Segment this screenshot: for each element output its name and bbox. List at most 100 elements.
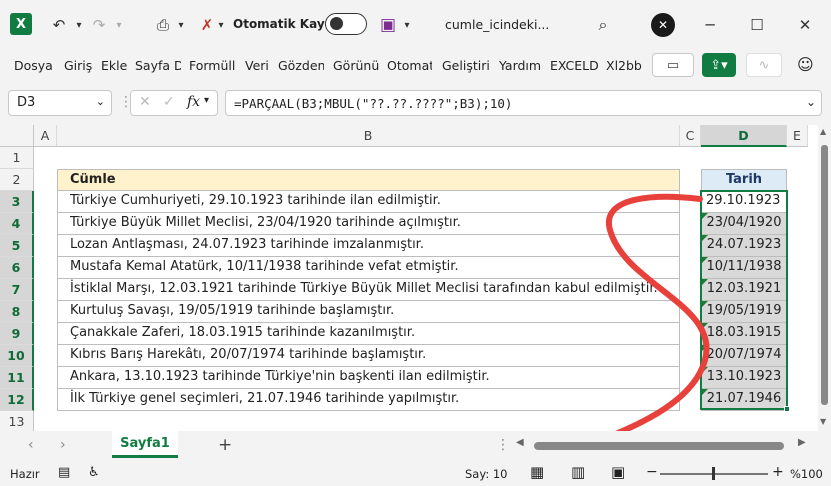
sentence-cell[interactable]: Ankara, 13.10.1923 tarihinde Türkiye'nin… [57, 367, 680, 389]
vertical-scrollbar[interactable]: ▲ ▼ [818, 125, 831, 431]
row-header-2[interactable]: 2 [0, 169, 34, 191]
col-header-c[interactable]: C [680, 125, 701, 147]
tab-exceld[interactable]: EXCELD [550, 58, 598, 73]
scroll-left-icon[interactable]: ‹ [28, 437, 34, 453]
date-cell[interactable]: 18.03.1915 [701, 323, 787, 345]
error-indicator-icon[interactable] [702, 235, 708, 241]
tab-gozden-gecir[interactable]: Gözden [278, 58, 324, 73]
vscroll-up-arrow[interactable]: ▲ [820, 127, 826, 136]
row-header-9[interactable]: 9 [0, 323, 34, 345]
scroll-right-icon[interactable]: › [60, 437, 66, 453]
qat-dropdown-icon[interactable]: ▾ [174, 12, 188, 38]
minimize-icon[interactable]: ─ [697, 12, 723, 38]
add-sheet-button[interactable]: + [218, 435, 232, 455]
zoom-out-button[interactable]: − [646, 464, 658, 480]
zoom-slider-thumb[interactable] [712, 467, 715, 480]
tab-gorunum[interactable]: Görünür [333, 58, 379, 73]
row-header-12[interactable]: 12 [0, 389, 34, 411]
zoom-in-button[interactable]: + [772, 464, 784, 480]
row-header-13[interactable]: 13 [0, 411, 34, 433]
chevron-down-icon[interactable]: ⌄ [96, 95, 105, 108]
redo-icon[interactable]: ↷ [86, 12, 112, 38]
expand-formula-icon[interactable]: ⌄ [806, 95, 816, 109]
tab-yardim[interactable]: Yardım [499, 58, 543, 73]
date-cell[interactable]: 12.03.1921 [701, 279, 787, 301]
date-cell[interactable]: 19/05/1919 [701, 301, 787, 323]
tab-otomatiklestir[interactable]: Otomati [387, 58, 432, 73]
row-header-11[interactable]: 11 [0, 367, 34, 389]
redo-dropdown-icon[interactable]: ▾ [112, 12, 126, 38]
print-preview-icon[interactable]: ⎙ [150, 12, 176, 38]
col-header-e[interactable]: E [787, 125, 808, 147]
date-cell[interactable]: 24.07.1923 [701, 235, 787, 257]
header-cell-cumle[interactable]: Cümle [57, 169, 680, 191]
undo-icon[interactable]: ↶ [46, 12, 72, 38]
sentence-cell[interactable]: Türkiye Cumhuriyeti, 29.10.1923 tarihind… [57, 191, 680, 213]
tab-formuller[interactable]: Formülle [189, 58, 236, 73]
page-break-preview-icon[interactable]: ▣ [611, 463, 625, 481]
tab-dosya[interactable]: Dosya [14, 58, 54, 73]
row-header-1[interactable]: 1 [0, 147, 34, 169]
error-indicator-icon[interactable] [702, 257, 708, 263]
undo-dropdown-icon[interactable]: ▾ [72, 12, 86, 38]
tab-giris[interactable]: Giriş [64, 58, 94, 73]
sentence-cell[interactable]: İstiklal Marşı, 12.03.1921 tarihinde Tür… [57, 279, 680, 301]
error-indicator-icon[interactable] [702, 213, 708, 219]
error-indicator-icon[interactable] [702, 279, 708, 285]
comments-icon[interactable]: ▭ [652, 53, 694, 77]
formula-input[interactable]: =PARÇAAL(B3;MBUL("??.??.????";B3);10) [225, 90, 822, 116]
error-indicator-icon[interactable] [702, 323, 708, 329]
enter-icon[interactable]: ✓ [163, 94, 175, 110]
tab-xl2bb[interactable]: Xl2bb [606, 58, 644, 73]
error-indicator-icon[interactable] [702, 345, 708, 351]
tab-ekle[interactable]: Ekle [101, 58, 129, 73]
macro-record-icon[interactable]: ▤ [58, 465, 70, 480]
date-cell[interactable]: 10/11/1938 [701, 257, 787, 279]
clear-dropdown-icon[interactable]: ▾ [214, 12, 228, 38]
row-header-5[interactable]: 5 [0, 235, 34, 257]
row-header-6[interactable]: 6 [0, 257, 34, 279]
share-icon[interactable]: ⇪▾ [702, 53, 736, 77]
insert-function-button[interactable]: fx [187, 94, 200, 110]
error-indicator-icon[interactable] [702, 301, 708, 307]
error-indicator-icon[interactable] [702, 389, 708, 395]
vscroll-down-arrow[interactable]: ▼ [820, 417, 826, 426]
hscroll-right-arrow[interactable]: ▶ [798, 437, 806, 448]
row-header-8[interactable]: 8 [0, 301, 34, 323]
search-icon[interactable]: ⌕ [590, 12, 616, 38]
sheet-tab-sayfa1[interactable]: Sayfa1 [112, 431, 178, 458]
date-cell[interactable]: 21.07.1946 [701, 389, 787, 411]
col-header-d[interactable]: D [701, 125, 787, 147]
sentence-cell[interactable]: Çanakkale Zaferi, 18.03.1915 tarihinde k… [57, 323, 680, 345]
col-header-a[interactable]: A [34, 125, 57, 147]
tab-veri[interactable]: Veri [245, 58, 271, 73]
header-cell-tarih[interactable]: Tarih [701, 169, 787, 191]
error-indicator-icon[interactable] [702, 367, 708, 373]
sentence-cell[interactable]: Kıbrıs Barış Harekâtı, 20/07/1974 tarihi… [57, 345, 680, 367]
save-icon[interactable]: ▣ [376, 12, 400, 38]
sentence-cell[interactable]: İlk Türkiye genel seçimleri, 21.07.1946 … [57, 389, 680, 411]
horizontal-scrollbar-thumb[interactable] [534, 442, 784, 450]
vertical-scrollbar-thumb[interactable] [821, 145, 828, 405]
fx-dropdown-icon[interactable]: ▾ [204, 95, 209, 106]
status-count[interactable]: Say: 10 [465, 467, 507, 481]
hscroll-left-arrow[interactable]: ◀ [516, 437, 524, 448]
sentence-cell[interactable]: Lozan Antlaşması, 24.07.1923 tarihinde i… [57, 235, 680, 257]
tab-gelistirici[interactable]: Geliştiric [442, 58, 489, 73]
addin-avatar-icon[interactable]: ✕ [651, 13, 675, 37]
date-cell[interactable]: 20/07/1974 [701, 345, 787, 367]
autosave-toggle[interactable] [325, 13, 367, 35]
page-layout-icon[interactable]: ▥ [571, 463, 585, 481]
date-cell[interactable]: 13.10.1923 [701, 367, 787, 389]
row-header-7[interactable]: 7 [0, 279, 34, 301]
zoom-level[interactable]: %100 [790, 467, 823, 481]
select-all-corner[interactable] [0, 125, 34, 147]
maximize-icon[interactable]: ☐ [744, 12, 770, 38]
file-name[interactable]: cumle_icindeki... [445, 17, 549, 32]
sentence-cell[interactable]: Mustafa Kemal Atatürk, 10/11/1938 tarihi… [57, 257, 680, 279]
tab-sayfa-duzeni[interactable]: Sayfa Dü [135, 58, 181, 73]
date-cell[interactable]: 23/04/1920 [701, 213, 787, 235]
accessibility-icon[interactable]: ♿ [88, 465, 100, 480]
row-header-3[interactable]: 3 [0, 191, 34, 213]
row-header-10[interactable]: 10 [0, 345, 34, 367]
